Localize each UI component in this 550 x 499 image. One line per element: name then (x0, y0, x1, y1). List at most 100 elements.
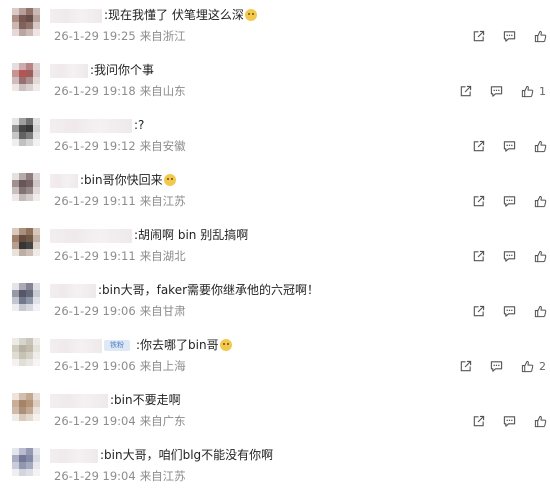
comment-location: 来自浙江 (139, 29, 186, 43)
comment-location: 来自上海 (139, 359, 186, 373)
comment-text: :我问你个事 (90, 63, 155, 77)
comment-text: :? (134, 118, 145, 132)
share-icon (473, 30, 485, 42)
avatar[interactable] (12, 118, 40, 146)
like-button[interactable] (534, 250, 550, 263)
avatar[interactable] (12, 63, 40, 91)
comment-text: :bin大哥，咱们blg不能没有你啊 (100, 448, 274, 462)
share-button[interactable] (472, 250, 485, 263)
username-mosaic[interactable] (50, 284, 96, 298)
share-button[interactable] (472, 195, 485, 208)
avatar[interactable] (12, 283, 40, 311)
comment-button[interactable] (503, 195, 516, 208)
comment-actions: 1 (459, 85, 546, 98)
share-button[interactable] (472, 140, 485, 153)
comment-location: 来自安徽 (139, 139, 186, 153)
like-icon (534, 305, 547, 318)
grinning-emoji-icon (219, 339, 232, 351)
like-button[interactable]: 1 (521, 85, 546, 98)
username-mosaic[interactable] (50, 9, 102, 23)
avatar[interactable] (12, 228, 40, 256)
comment-actions (472, 140, 550, 153)
share-icon (460, 360, 472, 372)
comment-meta: 26-1-29 19:04 来自江苏 (54, 468, 186, 484)
like-button[interactable] (534, 30, 550, 43)
share-icon (473, 140, 485, 152)
comment-item: 铁粉 :你去哪了bin哥 26-1-29 19:06 来自上海 2 (0, 334, 550, 389)
comment-button[interactable] (503, 250, 516, 263)
username-mosaic[interactable] (50, 339, 102, 353)
comment-item: :bin不要走啊 26-1-29 19:04 来自广东 (0, 389, 550, 444)
comment-date: 26-1-29 19:18 (54, 84, 136, 98)
share-icon (473, 250, 485, 262)
username-mosaic[interactable] (50, 119, 132, 133)
comment-button[interactable] (490, 360, 503, 373)
comment-icon (503, 141, 516, 152)
fan-badge[interactable]: 铁粉 (104, 340, 130, 351)
comment-date: 26-1-29 19:11 (54, 194, 136, 208)
like-icon (534, 195, 547, 208)
comment-text: :你去哪了bin哥 (136, 337, 232, 353)
like-icon (534, 140, 547, 153)
comment-text: :bin大哥，faker需要你继承他的六冠啊！ (98, 283, 320, 297)
share-button[interactable] (459, 85, 472, 98)
like-icon (534, 250, 547, 263)
comment-actions (472, 305, 550, 318)
avatar[interactable] (12, 393, 40, 421)
like-icon (534, 415, 547, 428)
comment-button[interactable] (503, 140, 516, 153)
comment-location: 来自山东 (139, 84, 186, 98)
username-mosaic[interactable] (50, 229, 132, 243)
comment-actions (472, 250, 550, 263)
share-icon (473, 195, 485, 207)
comment-meta: 26-1-29 19:04 来自广东 (54, 413, 186, 429)
share-button[interactable] (459, 360, 472, 373)
username-mosaic[interactable] (50, 449, 98, 463)
comment-icon (503, 31, 516, 42)
avatar[interactable] (12, 338, 40, 366)
username-mosaic[interactable] (50, 174, 78, 188)
comment-item: :bin大哥，faker需要你继承他的六冠啊！ 26-1-29 19:06 来自甘… (0, 279, 550, 334)
comment-date: 26-1-29 19:11 (54, 249, 136, 263)
like-button[interactable]: 2 (521, 360, 546, 373)
avatar[interactable] (12, 8, 40, 36)
comment-actions (472, 195, 550, 208)
like-icon (521, 85, 534, 98)
comment-text: :bin哥你快回来 (80, 172, 176, 188)
comment-date: 26-1-29 19:25 (54, 29, 136, 43)
grinning-emoji-icon (244, 9, 257, 21)
comment-text: :现在我懂了 伏笔埋这么深 (104, 7, 257, 23)
comment-icon (503, 196, 516, 207)
like-button[interactable] (534, 415, 550, 428)
comment-meta: 26-1-29 19:18 来自山东 (54, 83, 186, 99)
comment-meta: 26-1-29 19:25 来自浙江 (54, 28, 186, 44)
comment-button[interactable] (490, 85, 503, 98)
share-button[interactable] (472, 415, 485, 428)
like-button[interactable] (534, 305, 550, 318)
comment-meta: 26-1-29 19:06 来自甘肃 (54, 303, 186, 319)
comment-icon (503, 251, 516, 262)
share-button[interactable] (472, 30, 485, 43)
comment-meta: 26-1-29 19:11 来自江苏 (54, 193, 186, 209)
comment-button[interactable] (503, 305, 516, 318)
comment-item: :bin大哥，咱们blg不能没有你啊 26-1-29 19:04 来自江苏 (0, 444, 550, 499)
share-button[interactable] (472, 305, 485, 318)
comment-text: :bin不要走啊 (110, 393, 181, 407)
username-mosaic[interactable] (50, 394, 108, 408)
comment-meta: 26-1-29 19:06 来自上海 (54, 358, 186, 374)
comment-location: 来自甘肃 (139, 304, 186, 318)
comment-date: 26-1-29 19:04 (54, 414, 136, 428)
comment-button[interactable] (503, 30, 516, 43)
username-mosaic[interactable] (50, 64, 88, 78)
comment-actions (472, 30, 550, 43)
like-button[interactable] (534, 140, 550, 153)
avatar[interactable] (12, 448, 40, 476)
comment-date: 26-1-29 19:06 (54, 304, 136, 318)
avatar[interactable] (12, 173, 40, 201)
comment-meta: 26-1-29 19:12 来自安徽 (54, 138, 186, 154)
comment-button[interactable] (503, 415, 516, 428)
comment-location: 来自江苏 (139, 469, 186, 483)
like-button[interactable] (534, 195, 550, 208)
comment-date: 26-1-29 19:04 (54, 469, 136, 483)
comment-icon (503, 416, 516, 427)
